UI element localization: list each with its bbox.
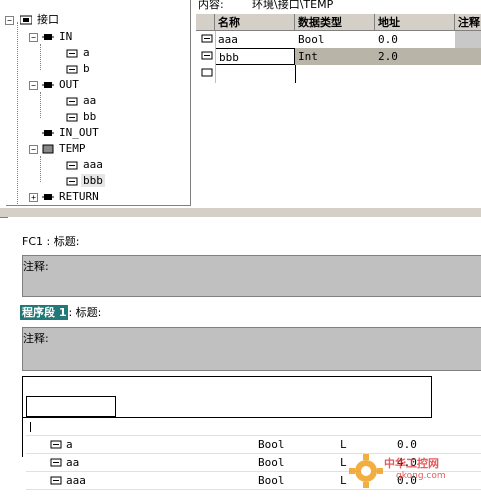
- watermark-text: 中华工控网: [384, 457, 439, 470]
- tree-node-b[interactable]: b: [66, 61, 92, 77]
- tree-label: TEMP: [59, 142, 86, 155]
- content-label: 内容:: [198, 0, 224, 11]
- cell-name[interactable]: aaa: [215, 31, 295, 48]
- tree-label: b: [83, 62, 90, 75]
- declaration-pane: − 接口 − IN a b − OUT aa bb IN_OUT − TEMP …: [0, 0, 481, 207]
- tree-node-bb[interactable]: bb: [66, 109, 98, 125]
- variable-icon: [66, 177, 78, 185]
- tree-label: OUT: [59, 78, 79, 91]
- cell-comment[interactable]: [455, 31, 481, 48]
- variable-icon: [66, 97, 78, 105]
- variable-icon: [66, 65, 78, 73]
- tree-line: [40, 156, 41, 182]
- collapse-icon[interactable]: −: [5, 16, 14, 25]
- column-header-name[interactable]: 名称: [215, 14, 295, 31]
- collapse-icon[interactable]: −: [29, 145, 38, 154]
- tree-node-bbb[interactable]: bbb: [66, 173, 105, 189]
- folder-icon: [42, 82, 54, 88]
- cell-type[interactable]: Bool: [295, 31, 375, 48]
- tree-label: IN_OUT: [59, 126, 99, 139]
- var-name: aa: [66, 456, 80, 469]
- column-divider: [215, 31, 216, 83]
- expand-icon[interactable]: +: [29, 193, 38, 202]
- code-editor[interactable]: FC1 : 标题: 注释: 程序段 1: 标题: 注释: a Bool L 0.…: [8, 217, 481, 504]
- tree-node-in-out[interactable]: IN_OUT: [42, 125, 101, 141]
- column-header-type[interactable]: 数据类型: [295, 14, 375, 31]
- column-divider: [295, 65, 296, 83]
- power-rail: [22, 417, 23, 457]
- variable-icon: [66, 113, 78, 121]
- comment-label: 注释:: [23, 260, 49, 273]
- tree-label: bbb: [81, 174, 105, 187]
- tree-label: IN: [59, 30, 73, 43]
- declaration-table: 内容: 环境\接口\TEMP 名称 数据类型 地址 注释 aaa Bool 0.…: [196, 0, 481, 207]
- variable-icon: [50, 440, 62, 449]
- cell-type[interactable]: Int: [295, 48, 375, 65]
- segment-label: 程序段 1: [20, 305, 69, 320]
- cell-name-editing[interactable]: bbb: [215, 48, 295, 65]
- tree-node-aaa[interactable]: aaa: [66, 157, 105, 173]
- tree-label: aaa: [83, 158, 103, 171]
- tree-node-a[interactable]: a: [66, 45, 92, 61]
- tree-label: a: [83, 46, 90, 59]
- interface-icon: [20, 15, 32, 25]
- tree-line: [40, 44, 41, 70]
- variable-icon: [201, 34, 213, 43]
- folder-icon: [42, 130, 54, 136]
- variable-icon: [50, 458, 62, 467]
- cell-address[interactable]: 2.0: [375, 48, 481, 65]
- collapse-icon[interactable]: −: [29, 81, 38, 90]
- segment-title: : 标题:: [68, 306, 102, 319]
- var-name: aaa: [66, 474, 86, 487]
- new-row-icon: [201, 68, 213, 77]
- tree-label: aa: [83, 94, 97, 107]
- watermark-logo: 中华工控网 gkong.com: [346, 443, 476, 493]
- block-comment[interactable]: 注释:: [22, 255, 481, 297]
- column-header-address[interactable]: 地址: [375, 14, 455, 31]
- segment-comment[interactable]: 注释:: [22, 327, 481, 371]
- row-header-corner: [196, 14, 215, 31]
- content-path: 环境\接口\TEMP: [252, 0, 334, 11]
- column-header-comment[interactable]: 注释: [455, 14, 481, 31]
- var-type: Bool: [258, 456, 285, 469]
- variable-icon: [66, 161, 78, 169]
- tree-line: [17, 22, 18, 206]
- interface-tree[interactable]: − 接口 − IN a b − OUT aa bb IN_OUT − TEMP …: [5, 0, 191, 206]
- comment-label: 注释:: [23, 332, 49, 345]
- segment-header[interactable]: 程序段 1: 标题:: [20, 304, 101, 320]
- tree-node-aa[interactable]: aa: [66, 93, 98, 109]
- variable-icon: [50, 476, 62, 485]
- cell-address[interactable]: 0.0: [375, 31, 455, 48]
- var-name: a: [66, 438, 73, 451]
- folder-icon: [42, 194, 54, 200]
- tree-line: [40, 92, 41, 118]
- watermark-url: gkong.com: [396, 471, 446, 481]
- temp-folder-icon: [42, 144, 54, 154]
- variable-icon: [201, 51, 213, 60]
- block-title[interactable]: FC1 : 标题:: [22, 233, 79, 249]
- tree-label: bb: [83, 110, 97, 123]
- row-icon: [198, 48, 215, 65]
- folder-icon: [42, 34, 54, 40]
- row-icon: [198, 65, 215, 82]
- variable-icon: [66, 49, 78, 57]
- collapse-icon[interactable]: −: [29, 33, 38, 42]
- cursor: [30, 422, 31, 432]
- tree-label: RETURN: [59, 190, 99, 203]
- empty-box[interactable]: [26, 396, 116, 417]
- tree-label: 接口: [37, 13, 59, 26]
- var-type: Bool: [258, 474, 285, 487]
- var-type: Bool: [258, 438, 285, 451]
- gear-icon: [349, 454, 383, 488]
- row-icon: [198, 31, 215, 48]
